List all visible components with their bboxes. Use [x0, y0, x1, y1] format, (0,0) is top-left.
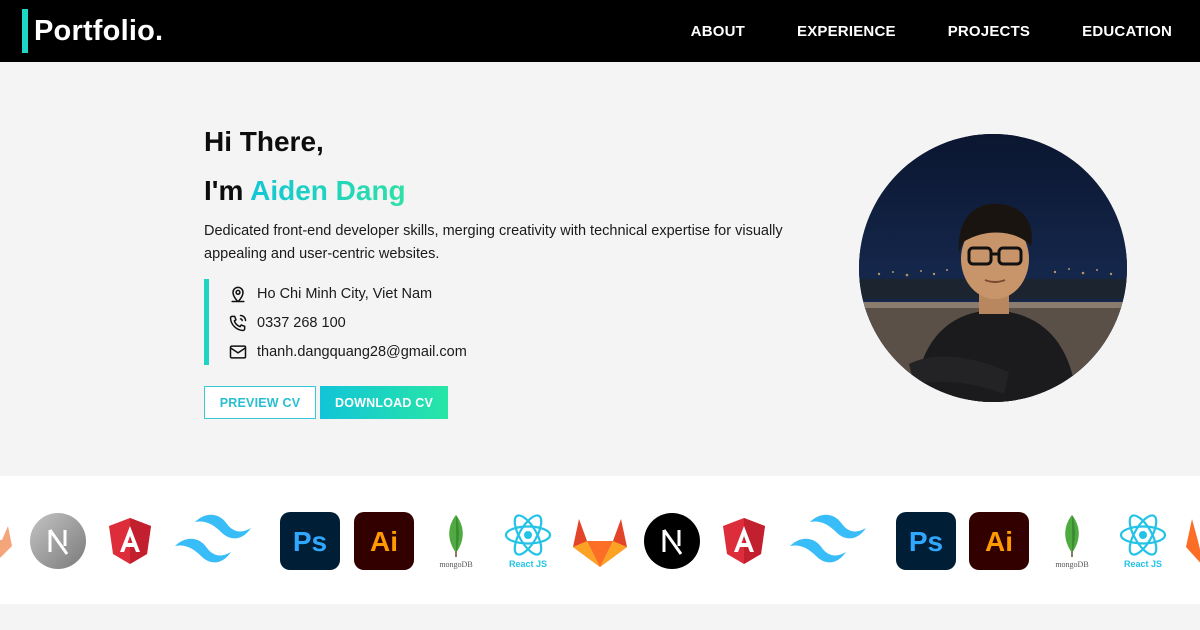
contact-email: thanh.dangquang28@gmail.com — [227, 337, 467, 366]
preview-cv-button[interactable]: PREVIEW CV — [204, 386, 316, 419]
tailwind-icon — [170, 509, 268, 573]
react-label: React JS — [1124, 559, 1162, 569]
nav-projects[interactable]: PROJECTS — [948, 23, 1030, 40]
location-pin-icon — [227, 283, 249, 305]
cv-buttons: PREVIEW CV DOWNLOAD CV — [204, 386, 448, 419]
nextjs-icon — [28, 509, 88, 573]
mail-icon — [227, 341, 249, 363]
phone-text[interactable]: 0337 268 100 — [257, 315, 346, 331]
nav-experience[interactable]: EXPERIENCE — [797, 23, 896, 40]
mongodb-icon: mongoDB — [430, 509, 482, 573]
hero-section: Hi There, I'm Aiden Dang Dedicated front… — [0, 62, 1200, 476]
person-name: Aiden Dang — [250, 175, 406, 206]
section-divider — [0, 604, 1200, 630]
ai-label: Ai — [985, 526, 1013, 557]
contact-phone: 0337 268 100 — [227, 308, 467, 337]
angular-icon — [106, 509, 154, 573]
intro-heading: I'm Aiden Dang — [204, 175, 406, 207]
illustrator-icon: Ai — [354, 509, 414, 573]
ps-label: Ps — [293, 526, 327, 557]
illustrator-icon: Ai — [969, 509, 1029, 573]
site-header: Portfolio. ABOUT EXPERIENCE PROJECTS EDU… — [0, 0, 1200, 62]
nav-about[interactable]: ABOUT — [691, 23, 745, 40]
greeting: Hi There, — [204, 126, 324, 157]
angular-icon — [720, 509, 768, 573]
phone-icon — [227, 312, 249, 334]
gitlab-icon — [1184, 509, 1200, 573]
react-icon: React JS — [1115, 509, 1171, 573]
contact-list: Ho Chi Minh City, Viet Nam 0337 268 100 … — [204, 279, 467, 365]
mongodb-icon: mongoDB — [1046, 509, 1098, 573]
photoshop-icon: Ps — [280, 509, 340, 573]
tech-stack-strip: Ps Ai mongoDB React JS Ps Ai mongoDB Rea… — [0, 476, 1200, 604]
ps-label: Ps — [909, 526, 943, 557]
tailwind-icon — [785, 509, 883, 573]
mongo-label: mongoDB — [1055, 560, 1088, 569]
nextjs-icon — [642, 509, 702, 573]
bio-description: Dedicated front-end developer skills, me… — [204, 223, 783, 262]
logo-text: Portfolio. — [34, 14, 164, 47]
nav-education[interactable]: EDUCATION — [1082, 23, 1172, 40]
react-icon: React JS — [500, 509, 556, 573]
gitlab-icon — [568, 509, 632, 573]
logo-accent-bar — [22, 9, 28, 53]
photoshop-icon: Ps — [896, 509, 956, 573]
email-text[interactable]: thanh.dangquang28@gmail.com — [257, 344, 467, 360]
contact-location: Ho Chi Minh City, Viet Nam — [227, 279, 467, 308]
react-label: React JS — [509, 559, 547, 569]
main-nav: ABOUT EXPERIENCE PROJECTS EDUCATION — [691, 0, 1172, 62]
logo[interactable]: Portfolio. — [22, 9, 163, 53]
download-cv-button[interactable]: DOWNLOAD CV — [320, 386, 448, 419]
ai-label: Ai — [370, 526, 398, 557]
intro-prefix: I'm — [204, 175, 244, 206]
profile-photo — [859, 134, 1127, 402]
gitlab-icon — [0, 509, 18, 573]
location-text: Ho Chi Minh City, Viet Nam — [257, 285, 433, 302]
mongo-label: mongoDB — [439, 560, 472, 569]
